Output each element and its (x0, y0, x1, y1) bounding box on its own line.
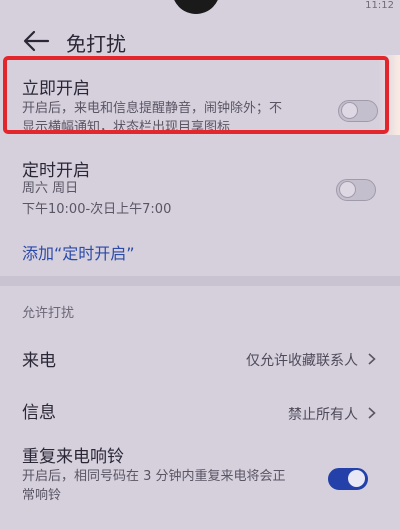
calls-row[interactable]: 来电 仅允许收藏联系人 (0, 340, 400, 376)
toggle-knob (348, 470, 365, 487)
back-arrow-icon[interactable] (22, 30, 50, 52)
page-title: 免打扰 (66, 32, 126, 56)
repeat-calls-row[interactable]: 重复来电响铃 开启后，相同号码在 3 分钟内重复来电将会正 常响铃 (0, 440, 400, 529)
scheduled-row[interactable]: 定时开启 周六 周日 下午10:00-次日上午7:00 (0, 150, 400, 224)
toggle-knob (339, 181, 356, 198)
add-schedule-link[interactable]: 添加“定时开启” (22, 240, 135, 264)
section-divider (0, 276, 400, 286)
repeat-calls-desc-line2: 常响铃 (22, 488, 62, 503)
calls-value: 仅允许收藏联系人 (246, 353, 358, 369)
scheduled-days: 周六 周日 (22, 181, 79, 196)
messages-label: 信息 (22, 403, 56, 423)
messages-value: 禁止所有人 (288, 407, 358, 423)
calls-label: 来电 (22, 351, 56, 371)
chevron-right-icon (368, 407, 376, 419)
scheduled-time: 下午10:00-次日上午7:00 (22, 202, 172, 217)
scheduled-title: 定时开启 (22, 161, 90, 181)
camera-notch (172, 0, 220, 14)
repeat-calls-desc-line1: 开启后，相同号码在 3 分钟内重复来电将会正 (22, 469, 286, 484)
repeat-calls-toggle[interactable] (328, 468, 368, 490)
allow-section-label: 允许打扰 (22, 306, 75, 321)
repeat-calls-title: 重复来电响铃 (22, 447, 124, 467)
annotation-highlight-box (3, 56, 389, 134)
status-time: 11:12 (365, 0, 394, 11)
scheduled-toggle[interactable] (336, 179, 376, 201)
status-bar: 11:12 (0, 0, 400, 14)
chevron-right-icon (368, 353, 376, 365)
messages-row[interactable]: 信息 禁止所有人 (0, 394, 400, 430)
